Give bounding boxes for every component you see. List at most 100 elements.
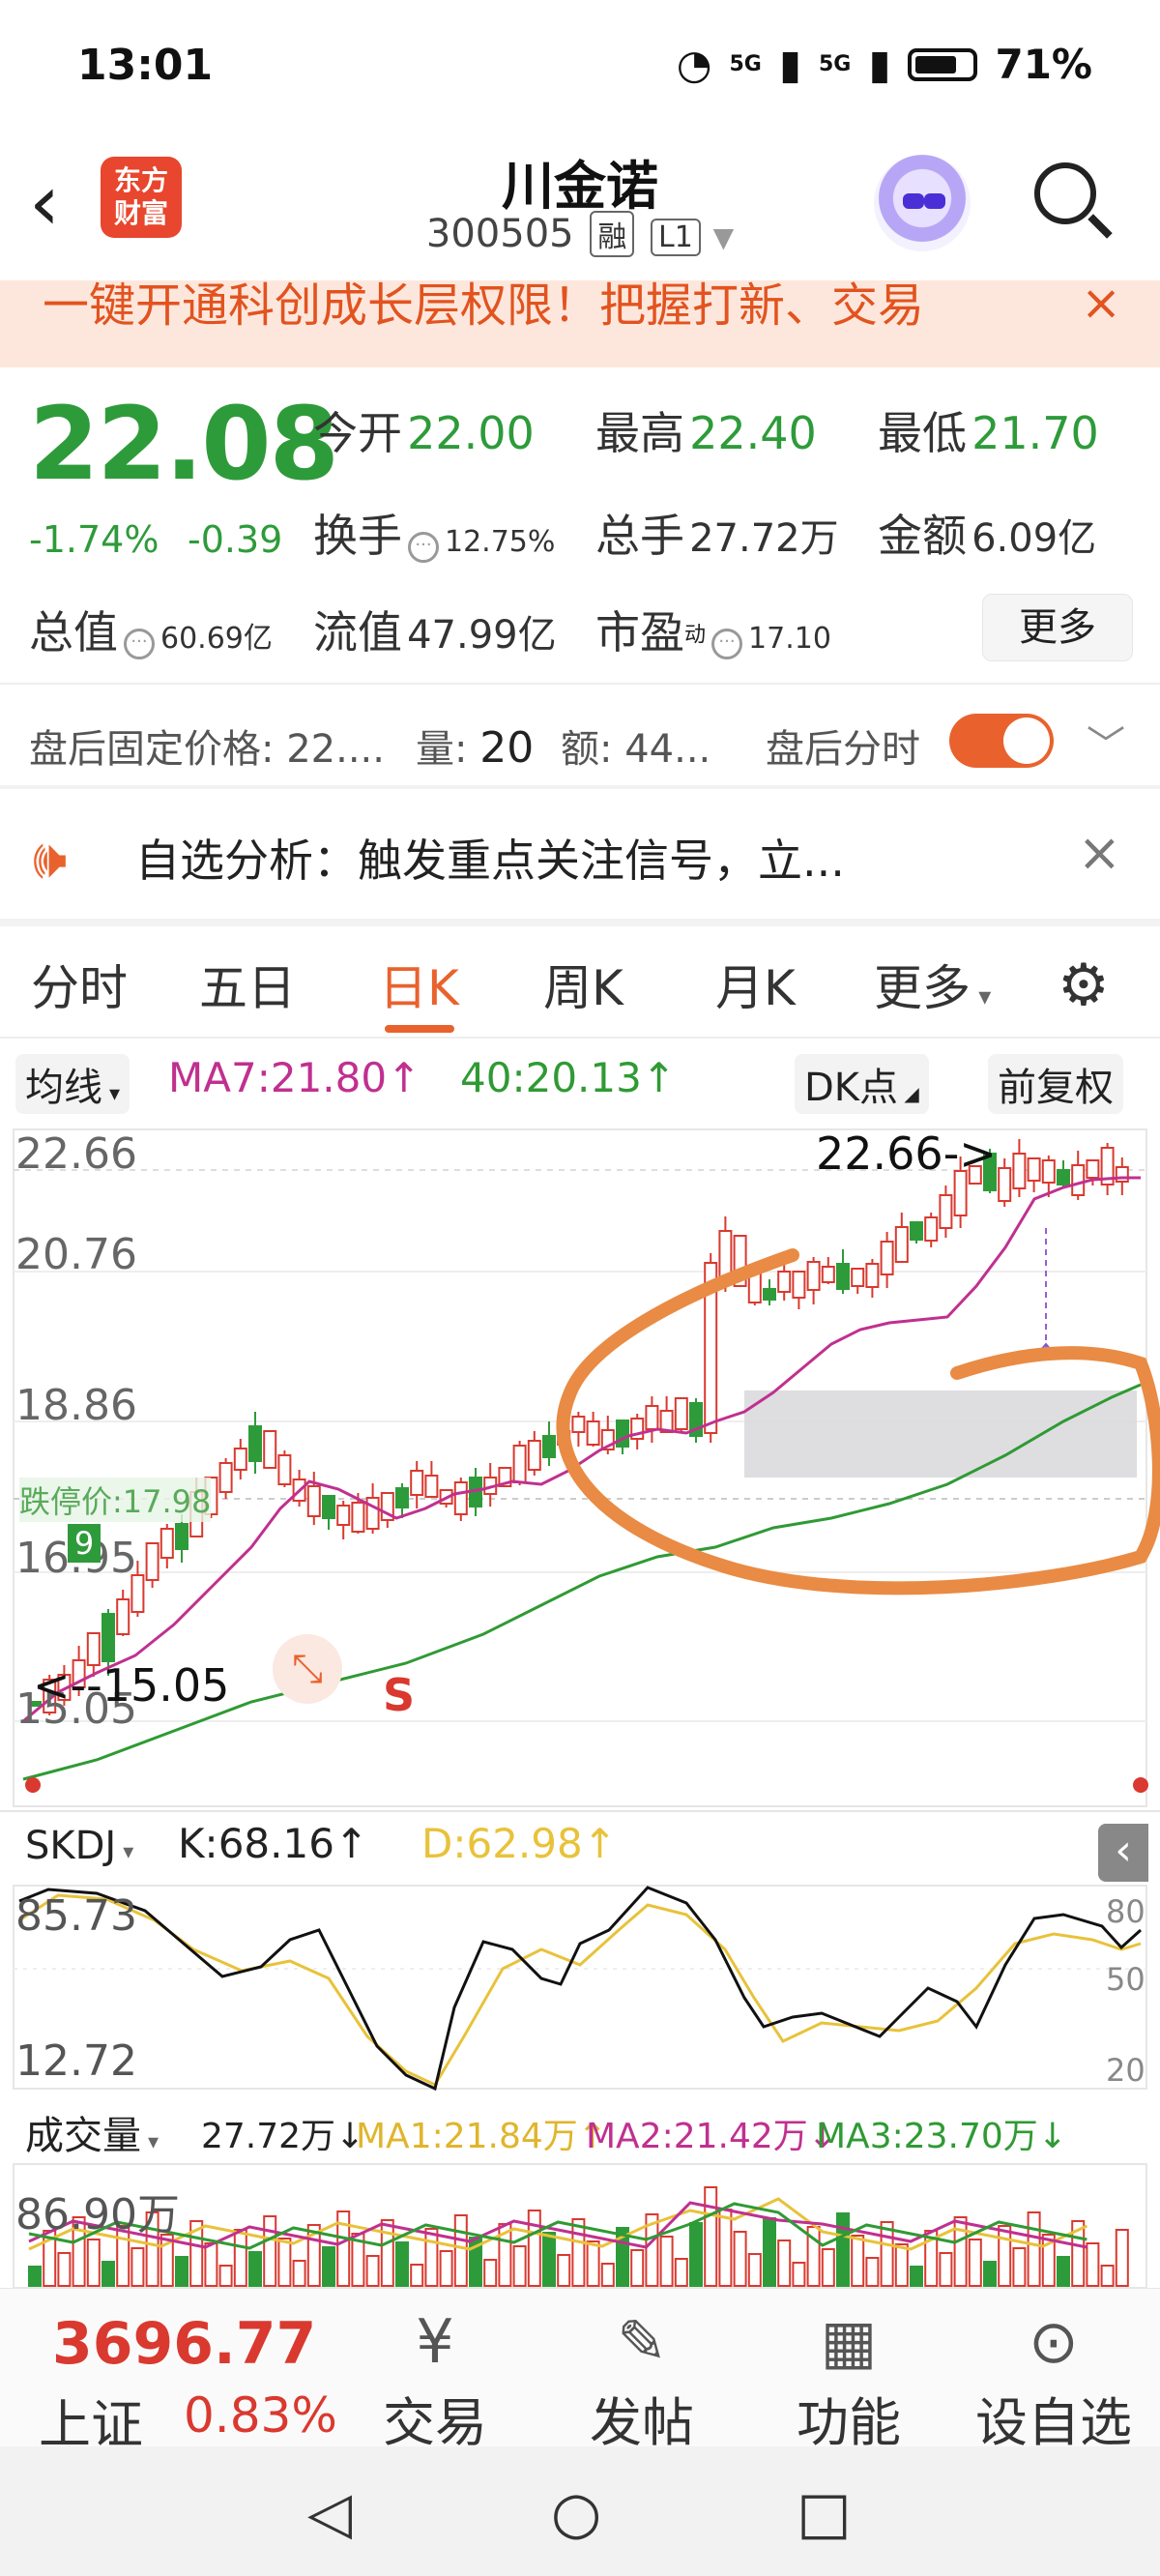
market-cap-field[interactable]: 总值 ··· 60.69亿: [29, 598, 273, 661]
volume-bar: [659, 2236, 674, 2287]
candle-body: [306, 1485, 321, 1517]
tab-weekly-k[interactable]: 周K: [543, 950, 624, 1019]
ma-selector[interactable]: 均线 ▾: [15, 1054, 130, 1114]
tab-intraday[interactable]: 分时: [31, 950, 128, 1019]
candle-body: [145, 1542, 160, 1581]
tab-five-day[interactable]: 五日: [199, 950, 296, 1019]
analysis-banner[interactable]: 🕪 自选分析：触发重点关注信号，立... ×: [0, 789, 1160, 921]
pe-field[interactable]: 市盈动 ··· 17.10: [595, 598, 831, 661]
candle-body: [865, 1263, 880, 1288]
tab-daily-k[interactable]: 日K: [379, 950, 459, 1019]
expand-icon[interactable]: ⤡: [273, 1634, 342, 1704]
candle-body: [806, 1261, 821, 1291]
vma3-value: MA3:23.70万↓: [816, 2117, 1067, 2156]
search-icon[interactable]: [1034, 162, 1096, 224]
volume-bar: [277, 2238, 292, 2287]
close-icon[interactable]: ×: [1081, 280, 1121, 331]
nav-trade[interactable]: ¥ 交易: [338, 2304, 532, 2456]
volume-bar: [130, 2247, 145, 2287]
skdj-top-label: 85.73: [15, 1891, 137, 1941]
candle-body: [365, 1497, 380, 1530]
volume-bar: [968, 2239, 982, 2287]
high-marker: 22.66->: [816, 1127, 997, 1180]
volume-bar: [704, 2186, 718, 2287]
index-value[interactable]: 3696.77: [52, 2310, 316, 2378]
volume-bar: [836, 2212, 850, 2287]
skdj-level-20: 20: [1106, 2052, 1146, 2089]
system-recents-icon[interactable]: □: [797, 2479, 852, 2547]
info-icon: ···: [124, 628, 155, 659]
nav-add-watchlist[interactable]: ⊙ 设自选: [957, 2304, 1150, 2456]
candle-body: [616, 1420, 629, 1448]
candle-body: [836, 1263, 850, 1290]
tab-monthly-k[interactable]: 月K: [715, 950, 796, 1019]
turnover-field[interactable]: 换手 ··· 12.75%: [313, 501, 555, 565]
candle-body: [924, 1216, 939, 1242]
dk-point-button[interactable]: DK点 ◢: [795, 1054, 929, 1114]
volume-bar: [998, 2225, 1012, 2287]
ma7-value: MA7:21.80↑: [168, 1054, 421, 1101]
gear-icon[interactable]: ⚙: [1058, 951, 1110, 1019]
volume-selector[interactable]: 成交量 ▾: [15, 2102, 169, 2162]
skdj-k-value: K:68.16↑: [178, 1820, 369, 1867]
candle-body: [998, 1167, 1012, 1202]
last-price: 22.08: [29, 385, 339, 503]
promo-banner[interactable]: 一键开通科创成长层权限！把握打新、交易 ×: [0, 280, 1160, 367]
collapse-panel-icon[interactable]: ‹: [1098, 1824, 1148, 1882]
signal-1-icon: 5G: [729, 52, 762, 76]
volume-bar: [747, 2253, 762, 2287]
candle-body: [586, 1420, 600, 1446]
volume-bar: [953, 2216, 968, 2287]
nav-functions[interactable]: ▦ 功能: [752, 2304, 945, 2456]
volume-bar: [542, 2232, 556, 2287]
volume-bar: [557, 2254, 571, 2287]
volume-bar: [410, 2264, 424, 2287]
nav-post[interactable]: ✎ 发帖: [545, 2304, 739, 2456]
kline-chart-panel[interactable]: 均线 ▾ MA7:21.80↑ 40:20.13↑ DK点 ◢ 前复权 22.6…: [0, 1040, 1160, 2288]
skdj-selector[interactable]: SKDJ ▾: [15, 1822, 144, 1870]
volume-bar: [792, 2262, 806, 2287]
volume-bar: [600, 2263, 615, 2287]
status-icons: ◔ 5G ▮ 5G ▮ 71%: [677, 41, 1092, 88]
candle-body: [939, 1194, 953, 1229]
volume-bar: [586, 2240, 600, 2287]
candle-body: [1027, 1157, 1041, 1182]
grid-icon: ▦: [820, 2306, 878, 2377]
system-home-icon[interactable]: ○: [551, 2479, 601, 2547]
afterhours-toggle[interactable]: [949, 714, 1054, 768]
candle-body: [1012, 1153, 1027, 1189]
volume-bar: [322, 2246, 335, 2287]
system-back-icon[interactable]: ◁: [307, 2479, 352, 2547]
signal-bars-1-icon: ▮: [778, 41, 801, 88]
skdj-bottom-label: 12.72: [15, 2036, 137, 2086]
volume-bar: [512, 2245, 527, 2287]
volume-bar: [1012, 2247, 1027, 2287]
info-icon: ···: [711, 628, 743, 659]
chevron-down-icon[interactable]: ﹀: [1087, 714, 1125, 770]
candle-body: [792, 1271, 806, 1299]
vma1-value: MA1:21.84万↑: [356, 2117, 607, 2156]
vma1-line: [28, 2197, 1088, 2251]
battery-percent: 71%: [995, 41, 1092, 88]
volume-bar: [263, 2215, 277, 2287]
candle-body: [1086, 1159, 1100, 1179]
volume-bar: [939, 2252, 953, 2287]
assistant-robot-icon[interactable]: [874, 155, 971, 251]
stock-name: 川金诺: [502, 156, 658, 217]
volume-bar: [763, 2217, 776, 2287]
more-button[interactable]: 更多: [982, 594, 1133, 661]
stock-header: ‹ 东方 财富 川金诺 300505 融 L1 ▼: [0, 135, 1160, 280]
stock-code-row[interactable]: 300505 融 L1 ▼: [0, 211, 1160, 257]
tab-more[interactable]: 更多 ▾: [874, 950, 991, 1019]
close-icon[interactable]: ×: [1078, 822, 1121, 883]
adjust-button[interactable]: 前复权: [988, 1054, 1123, 1114]
volume-bar: [910, 2266, 923, 2287]
candle-body: [116, 1598, 130, 1635]
candle-body: [351, 1502, 365, 1533]
candle-body: [1115, 1166, 1129, 1183]
volume-bar: [380, 2219, 394, 2287]
volume-bar: [1115, 2229, 1129, 2287]
afterhours-toggle-label: 盘后分时: [766, 727, 920, 772]
candle-body: [453, 1481, 468, 1515]
volume-bar: [1027, 2211, 1041, 2287]
